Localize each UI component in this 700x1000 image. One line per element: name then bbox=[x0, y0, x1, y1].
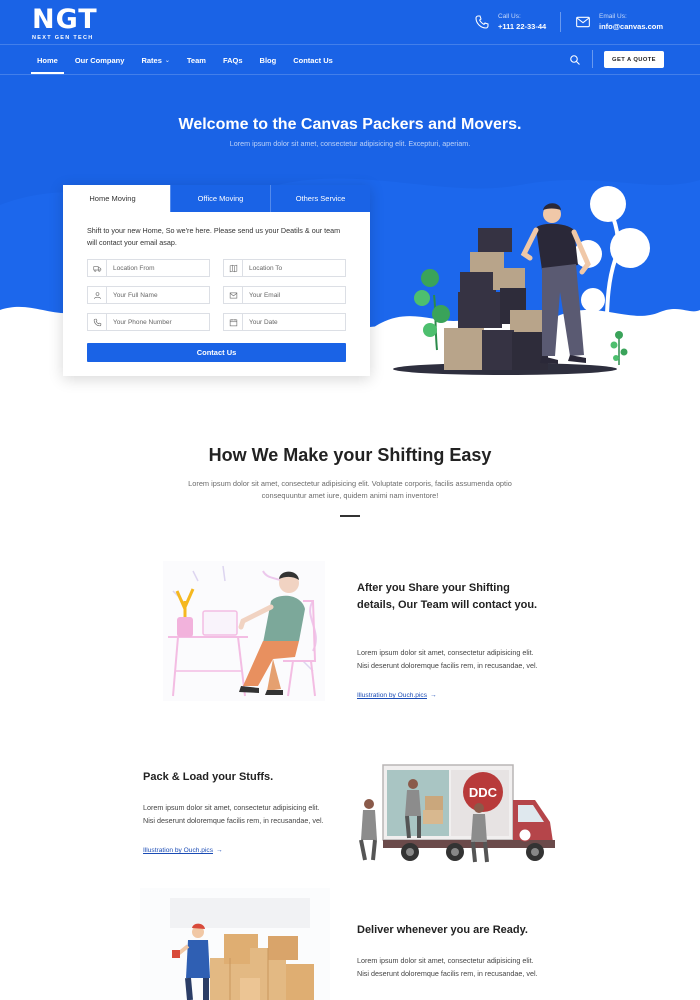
form-intro-text: Shift to your new Home, So we're here. P… bbox=[87, 226, 341, 247]
nav-rates-label: Rates bbox=[141, 55, 162, 65]
map-icon bbox=[224, 260, 243, 276]
arrow-right-icon: → bbox=[430, 692, 437, 699]
nav-team-label: Team bbox=[186, 55, 206, 65]
calendar-icon bbox=[224, 314, 243, 330]
date-field[interactable] bbox=[223, 313, 346, 331]
person-at-laptop-illustration bbox=[163, 561, 325, 701]
search-icon[interactable] bbox=[569, 54, 581, 66]
feature-1-title: After you Share your Shifting details, O… bbox=[357, 582, 538, 611]
feature-1-link-text: Illustration by Ouch.pics bbox=[357, 692, 427, 699]
moving-truck-illustration: DDC bbox=[359, 764, 555, 863]
feature-2-link-text: Illustration by Ouch.pics bbox=[143, 847, 213, 854]
hero-title: Welcome to the Canvas Packers and Movers… bbox=[178, 116, 522, 133]
nav-home[interactable]: Home bbox=[31, 46, 64, 74]
hero-subtitle: Lorem ipsum dolor sit amet, consectetur … bbox=[229, 139, 471, 148]
top-bar: NGT NEXT GEN TECH Call Us: +111 22-33-44… bbox=[0, 0, 700, 44]
nav-contact-us-label: Contact Us bbox=[293, 55, 333, 65]
email-value: info@canvas.com bbox=[599, 22, 663, 31]
phone-contact[interactable]: Call Us: +111 22-33-44 bbox=[474, 10, 546, 34]
location-to-field[interactable] bbox=[223, 259, 346, 277]
truck-icon bbox=[88, 260, 107, 276]
feature-3-title: Deliver whenever you are Ready. bbox=[357, 924, 528, 936]
tab-others-service[interactable]: Others Service bbox=[270, 185, 370, 212]
feature-2-link[interactable]: Illustration by Ouch.pics → bbox=[143, 847, 223, 854]
moving-request-form: Home Moving Office Moving Others Service… bbox=[63, 185, 370, 376]
location-from-input[interactable] bbox=[107, 264, 207, 272]
nav-separator bbox=[592, 50, 593, 68]
feature-1-link[interactable]: Illustration by Ouch.pics → bbox=[357, 692, 437, 699]
full-name-field[interactable] bbox=[87, 286, 210, 304]
mail-icon bbox=[576, 16, 590, 28]
phone-number-field[interactable] bbox=[87, 313, 210, 331]
feature-2-title: Pack & Load your Stuffs. bbox=[143, 771, 274, 783]
phone-icon bbox=[475, 15, 489, 29]
contact-us-button[interactable]: Contact Us bbox=[87, 343, 346, 362]
moving-boxes-illustration bbox=[393, 186, 650, 375]
full-name-input[interactable] bbox=[107, 291, 207, 299]
logo-tagline: NEXT GEN TECH bbox=[32, 35, 94, 41]
nav-our-company-label: Our Company bbox=[74, 55, 125, 65]
email-field[interactable] bbox=[223, 286, 346, 304]
nav-team[interactable]: Team bbox=[187, 46, 206, 74]
feature-1-body: Lorem ipsum dolor sit amet, consectetur … bbox=[357, 648, 538, 670]
chevron-down-icon: ⌄ bbox=[164, 57, 170, 64]
email-label: Email Us: bbox=[599, 13, 627, 20]
date-input[interactable] bbox=[243, 318, 343, 326]
email-contact[interactable]: Email Us: info@canvas.com bbox=[575, 10, 663, 34]
section-title: How We Make your Shifting Easy bbox=[208, 445, 492, 465]
tab-home-moving[interactable]: Home Moving bbox=[63, 185, 170, 212]
nav-faqs-label: FAQs bbox=[222, 55, 243, 65]
feature-2-body: Lorem ipsum dolor sit amet, consectetur … bbox=[143, 803, 324, 825]
arrow-right-icon: → bbox=[216, 847, 223, 854]
user-icon bbox=[88, 287, 107, 303]
topbar-divider bbox=[560, 12, 561, 32]
nav-blog[interactable]: Blog bbox=[260, 46, 277, 74]
logo[interactable]: NGT NEXT GEN TECH bbox=[32, 4, 98, 42]
get-a-quote-button[interactable]: GET A QUOTE bbox=[604, 51, 664, 68]
phone-call-icon bbox=[88, 314, 107, 330]
main-nav: Home Our Company Rates ⌄ Team FAQs Blog C… bbox=[31, 46, 350, 74]
nav-our-company[interactable]: Our Company bbox=[75, 46, 125, 74]
phone-value: +111 22-33-44 bbox=[498, 22, 547, 31]
tab-office-moving[interactable]: Office Moving bbox=[170, 185, 270, 212]
nav-blog-label: Blog bbox=[259, 55, 277, 65]
logo-mark: NGT bbox=[32, 4, 98, 35]
envelope-icon bbox=[224, 287, 243, 303]
truck-logo: DDC bbox=[469, 785, 498, 800]
section-subtitle: Lorem ipsum dolor sit amet, consectetur … bbox=[188, 479, 512, 500]
nav-faqs[interactable]: FAQs bbox=[223, 46, 243, 74]
nav-contact-us[interactable]: Contact Us bbox=[293, 46, 333, 74]
nav-divider bbox=[0, 74, 700, 75]
feature-3-body: Lorem ipsum dolor sit amet, consectetur … bbox=[357, 956, 538, 978]
phone-number-input[interactable] bbox=[107, 318, 207, 326]
location-to-input[interactable] bbox=[243, 264, 343, 272]
section-divider bbox=[340, 515, 360, 517]
nav-home-label: Home bbox=[37, 55, 58, 65]
nav-rates[interactable]: Rates ⌄ bbox=[141, 46, 169, 74]
phone-label: Call Us: bbox=[498, 13, 521, 20]
email-input[interactable] bbox=[243, 291, 343, 299]
service-tabs: Home Moving Office Moving Others Service bbox=[63, 185, 370, 212]
delivery-boxes-illustration bbox=[140, 888, 330, 1000]
location-from-field[interactable] bbox=[87, 259, 210, 277]
header-divider bbox=[0, 44, 700, 45]
